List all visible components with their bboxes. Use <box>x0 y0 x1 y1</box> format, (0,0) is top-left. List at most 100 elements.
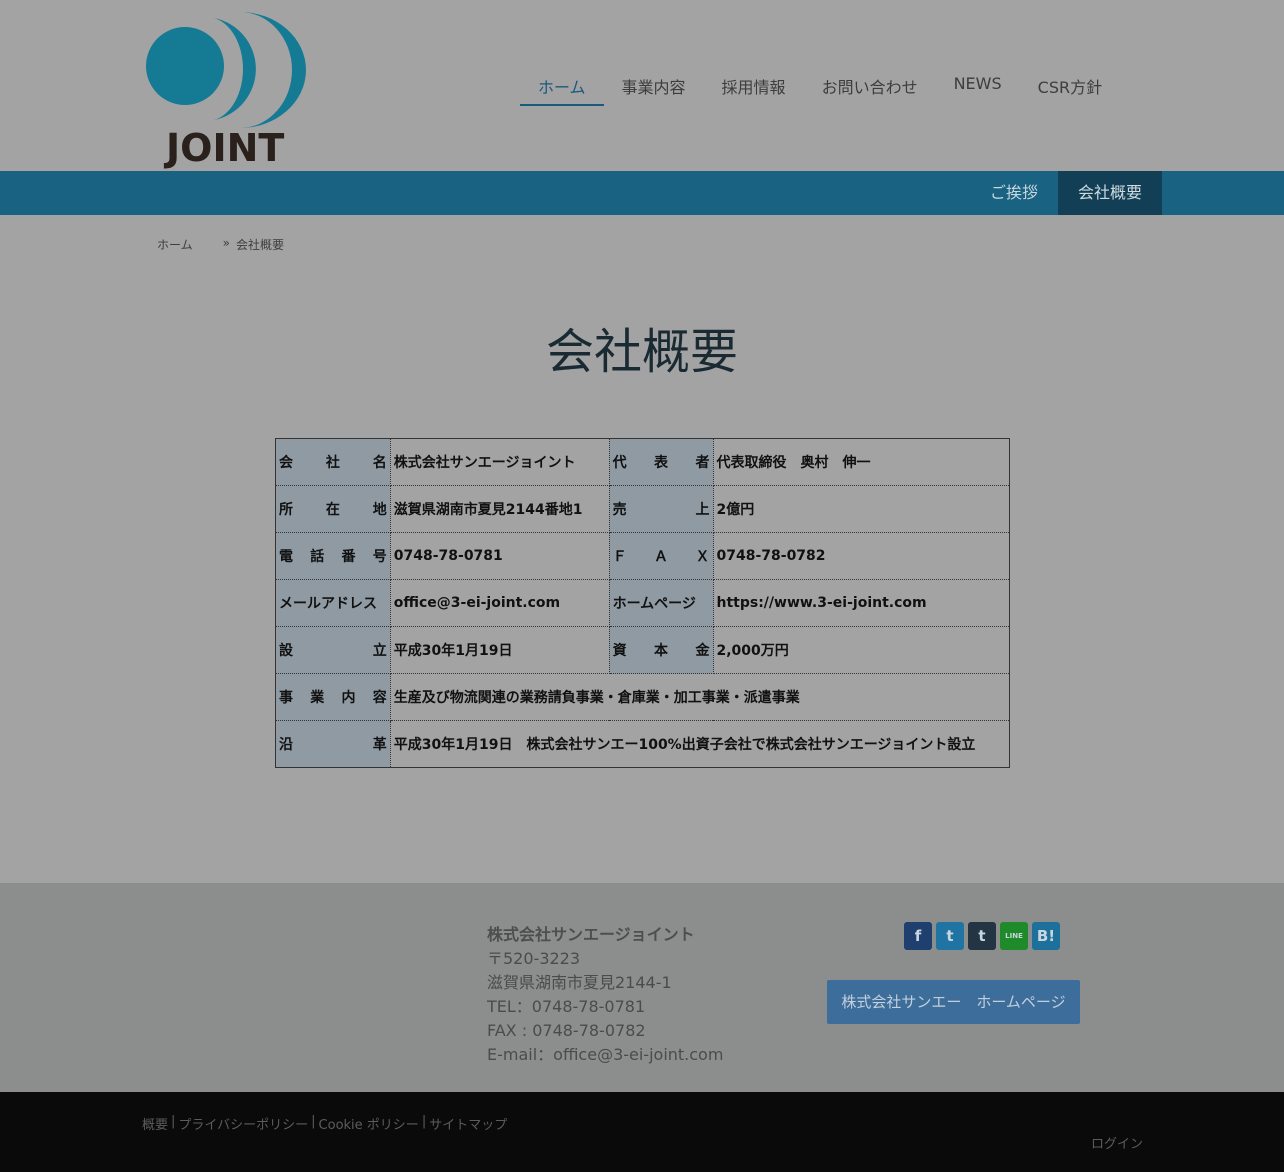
row-label: 所在地 <box>275 485 391 533</box>
row-label-char: メールアドレス <box>279 596 377 612</box>
line-icon[interactable]: LINE <box>1000 922 1028 950</box>
row-value: 代表取締役 奥村 伸一 <box>712 438 1010 486</box>
row-label-char: 売 <box>612 502 627 518</box>
row-label: 沿革 <box>275 720 391 768</box>
row-label-char: 者 <box>695 455 710 471</box>
row-label-char: 会 <box>279 455 293 471</box>
row-label-char: 電 <box>279 549 293 565</box>
row-label-char: 在 <box>325 502 340 518</box>
breadcrumb-current: 会社概要 <box>235 238 284 252</box>
breadcrumb-home-link[interactable]: ホーム <box>157 236 193 253</box>
subnav-item-greeting[interactable]: ご挨拶 <box>970 171 1058 215</box>
row-label-char: ホームページ <box>612 596 696 612</box>
footer-address: 滋賀県湖南市夏見2144-1 <box>487 973 672 992</box>
row-value: 平成30年1月19日 <box>389 626 610 674</box>
row-label-char: Ｆ <box>612 549 627 565</box>
footer-link[interactable]: Cookie ポリシー <box>319 1114 419 1133</box>
table-row: メールアドレス office@3-ei-joint.com ホームページ https:… <box>275 579 1010 627</box>
row-label: 設立 <box>275 626 391 674</box>
nav-item-csr[interactable]: CSR方針 <box>1020 64 1120 106</box>
main-nav: ホーム 事業内容 採用情報 お問い合わせ NEWS CSR方針 <box>520 64 1120 108</box>
row-label: 売上 <box>608 485 714 533</box>
row-label-chars: 電 話番号 <box>279 546 387 566</box>
nav-item-home[interactable]: ホーム <box>520 64 604 106</box>
footer-link[interactable]: サイトマップ <box>429 1114 507 1133</box>
footer-fax: FAX : 0748-78-0782 <box>487 1021 646 1040</box>
row-label-char: 号 <box>372 549 387 565</box>
row-label: ホームページ <box>608 579 714 627</box>
row-label-char: 表 <box>654 455 669 471</box>
sub-nav: ご挨拶 会社概要 <box>970 171 1162 215</box>
row-label-char: 設 <box>279 643 293 659</box>
nav-item-news[interactable]: NEWS <box>936 64 1020 106</box>
page-title: 会社概要 <box>545 324 738 380</box>
row-label-char: Ａ <box>654 549 669 565</box>
link-separator: | <box>171 1114 176 1129</box>
row-label-chars: 会社名 <box>279 452 387 472</box>
footer-email: E-mail：office@3-ei-joint.com <box>487 1045 724 1064</box>
footer-company-info: 株式会社サンエージョイント 〒520-3223 滋賀県湖南市夏見2144-1 T… <box>487 923 723 1067</box>
row-label-char: 本 <box>654 643 669 659</box>
row-value: 2,000万円 <box>712 626 1010 674</box>
row-label-char: 容 <box>372 690 387 706</box>
nav-item-recruit[interactable]: 採用情報 <box>704 64 804 106</box>
row-label: 資本金 <box>608 626 714 674</box>
nav-item-contact[interactable]: お問い合わせ <box>804 64 936 106</box>
row-label-char: 番 <box>341 549 356 565</box>
row-label-char: 地 <box>372 502 387 518</box>
row-label-chars: 資本金 <box>613 640 710 660</box>
row-label-char: 事 <box>279 690 293 706</box>
row-label-chars: メールアドレス <box>279 593 387 613</box>
row-label-chars: 売上 <box>613 499 710 519</box>
row-label-char: 所 <box>279 502 293 518</box>
row-label-char: 上 <box>695 502 710 518</box>
row-label: ＦＡＸ <box>608 532 714 580</box>
row-label-char: 社 <box>325 455 340 471</box>
row-label-chars: 設立 <box>279 640 387 660</box>
row-label-chars: 事 業内容 <box>279 687 387 707</box>
row-label-chars: 所在地 <box>279 499 387 519</box>
breadcrumb: ホーム » 会社概要 <box>157 236 284 253</box>
footer-link[interactable]: 概要 <box>142 1114 168 1133</box>
row-value: 0748-78-0781 <box>389 532 610 580</box>
login-link[interactable]: ログイン <box>1091 1133 1143 1152</box>
row-label-char: 立 <box>372 643 387 659</box>
row-value: 滋賀県湖南市夏見2144番地1 <box>389 485 610 533</box>
breadcrumb-separator: » <box>222 236 230 250</box>
row-label-char: 資 <box>612 643 627 659</box>
sub-nav-bar: ご挨拶 会社概要 <box>0 171 1284 215</box>
tumblr-icon[interactable]: t <box>968 922 996 950</box>
table-row: 沿革平成30年1月19日 株式会社サンエー100%出資子会社で株式会社サンエージ… <box>275 720 1011 768</box>
bottom-links: 概要 | プライバシーポリシー | Cookie ポリシー | サイトマップ <box>142 1114 507 1133</box>
nav-item-business[interactable]: 事業内容 <box>604 64 704 106</box>
row-label: 電 話番号 <box>275 532 391 580</box>
social-share-buttons: f t t LINE B! <box>904 922 1060 950</box>
subnav-item-company-profile[interactable]: 会社概要 <box>1057 171 1162 215</box>
footer-company-name: 株式会社サンエージョイント <box>487 925 695 944</box>
row-label-char: 業 <box>310 690 325 706</box>
row-label: メールアドレス <box>275 579 391 627</box>
parent-company-homepage-button[interactable]: 株式会社サンエー ホームページ <box>827 980 1080 1024</box>
row-value: 株式会社サンエージョイント <box>389 438 610 486</box>
row-label-chars: ホームページ <box>613 593 710 613</box>
row-value: 0748-78-0782 <box>712 532 1010 580</box>
row-label-chars: ＦＡＸ <box>613 546 710 566</box>
table-row: 会 社 名株式会社サンエージョイント代 表 者代表取締役 奥村 伸一 <box>275 438 1010 486</box>
footer-postal: 〒520-3223 <box>487 949 581 968</box>
site-logo[interactable]: JOINT <box>144 8 310 170</box>
row-value: 2億円 <box>712 485 1010 533</box>
row-value: office@3-ei-joint.com <box>389 579 610 627</box>
table-row: 電 話番号 0748-78-0781 Ｆ Ａ Ｘ 0748-78-0782 <box>275 532 1010 580</box>
logo-text: JOINT <box>166 126 285 170</box>
row-label: 事 業内容 <box>275 673 391 721</box>
twitter-icon[interactable]: t <box>936 922 964 950</box>
row-label-char: 話 <box>310 549 325 565</box>
row-value: https://www.3-ei-joint.com <box>712 579 1010 627</box>
facebook-icon[interactable]: f <box>904 922 932 950</box>
table-row: 所在地滋賀県湖南市夏見2144番地1 売上 2億円 <box>275 485 1010 533</box>
row-label: 会社名 <box>275 438 391 486</box>
footer-link[interactable]: プライバシーポリシー <box>178 1114 308 1133</box>
row-label-char: Ｘ <box>695 549 710 565</box>
hatena-icon[interactable]: B! <box>1032 922 1060 950</box>
row-label-char: 内 <box>341 690 356 706</box>
